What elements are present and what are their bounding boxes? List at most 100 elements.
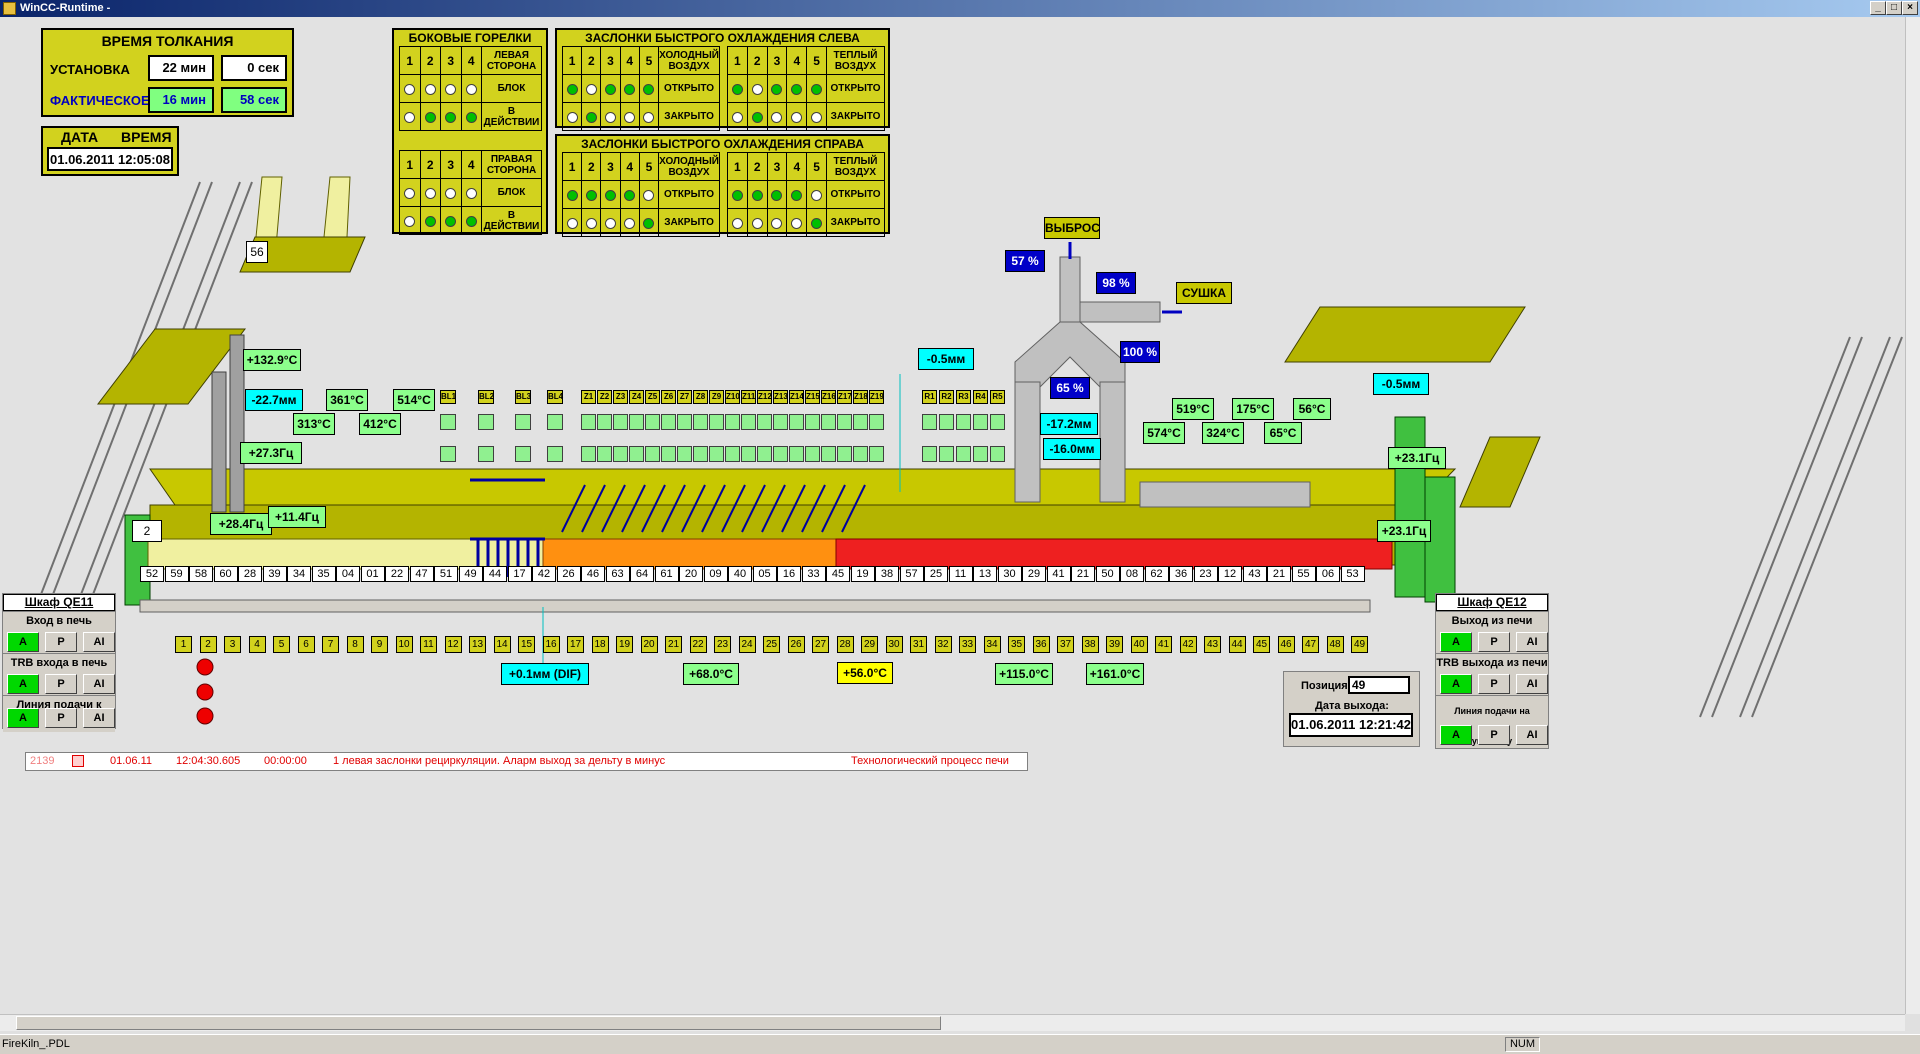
kiln-car[interactable]: 60 xyxy=(213,566,238,582)
kiln-car[interactable]: 43 xyxy=(1242,566,1267,582)
zone-status-square[interactable] xyxy=(597,414,612,430)
zone-status-square[interactable] xyxy=(478,446,494,462)
position-input[interactable]: 49 xyxy=(1348,676,1410,694)
trb-alarm-button[interactable]: AI xyxy=(83,674,115,694)
zone-status-square[interactable] xyxy=(629,446,644,462)
trb-exit-auto-button[interactable]: A xyxy=(1440,674,1472,694)
feed-pause-button[interactable]: P xyxy=(45,708,77,728)
zone-status-square[interactable] xyxy=(773,446,788,462)
kiln-car[interactable]: 17 xyxy=(507,566,532,582)
trb-exit-pause-button[interactable]: P xyxy=(1478,674,1510,694)
exit-auto-button[interactable]: A xyxy=(1440,632,1472,652)
kiln-car[interactable]: 04 xyxy=(336,566,360,582)
kiln-car[interactable]: 25 xyxy=(924,566,948,582)
zone-status-square[interactable] xyxy=(789,446,804,462)
zone-status-square[interactable] xyxy=(939,446,954,462)
kiln-car[interactable]: 64 xyxy=(630,566,654,582)
zone-status-square[interactable] xyxy=(725,414,740,430)
horizontal-scroll-thumb[interactable] xyxy=(16,1016,941,1030)
zone-status-square[interactable] xyxy=(693,446,708,462)
zone-status-square[interactable] xyxy=(440,414,456,430)
kiln-car[interactable]: 28 xyxy=(238,566,262,582)
zone-status-square[interactable] xyxy=(990,446,1005,462)
kiln-car[interactable]: 08 xyxy=(1120,566,1144,582)
kiln-car[interactable]: 41 xyxy=(1046,566,1071,582)
kiln-car[interactable]: 40 xyxy=(728,566,752,582)
exit-pause-button[interactable]: P xyxy=(1478,632,1510,652)
zone-status-square[interactable] xyxy=(869,446,884,462)
damper-98[interactable]: 98 % xyxy=(1096,272,1136,294)
damper-100[interactable]: 100 % xyxy=(1120,341,1160,363)
exit-alarm-button[interactable]: AI xyxy=(1516,632,1548,652)
zone-status-square[interactable] xyxy=(837,414,852,430)
kiln-car[interactable]: 01 xyxy=(360,566,385,582)
entry-pause-button[interactable]: P xyxy=(45,632,77,652)
zone-status-square[interactable] xyxy=(581,414,596,430)
kiln-car[interactable]: 47 xyxy=(409,566,434,582)
zone-status-square[interactable] xyxy=(973,446,988,462)
zone-status-square[interactable] xyxy=(837,446,852,462)
kiln-car[interactable]: 20 xyxy=(679,566,703,582)
kiln-car[interactable]: 19 xyxy=(850,566,875,582)
zone-status-square[interactable] xyxy=(789,414,804,430)
zone-status-square[interactable] xyxy=(805,414,820,430)
kiln-car[interactable]: 36 xyxy=(1169,566,1193,582)
vertical-scrollbar[interactable] xyxy=(1905,17,1920,1014)
kiln-car[interactable]: 50 xyxy=(1095,566,1120,582)
zone-status-square[interactable] xyxy=(956,446,971,462)
kiln-car[interactable]: 51 xyxy=(434,566,458,582)
maximize-button[interactable]: □ xyxy=(1886,1,1902,15)
zone-status-square[interactable] xyxy=(440,446,456,462)
kiln-car[interactable]: 35 xyxy=(311,566,336,582)
kiln-car[interactable]: 59 xyxy=(164,566,189,582)
kiln-car[interactable]: 12 xyxy=(1218,566,1242,582)
trb-exit-alarm-button[interactable]: AI xyxy=(1516,674,1548,694)
kiln-car[interactable]: 34 xyxy=(287,566,311,582)
zone-status-square[interactable] xyxy=(613,414,628,430)
kiln-car[interactable]: 63 xyxy=(605,566,630,582)
kiln-car[interactable]: 53 xyxy=(1340,566,1365,582)
feed-auto-button[interactable]: A xyxy=(7,708,39,728)
zone-status-square[interactable] xyxy=(709,414,724,430)
kiln-car[interactable]: 58 xyxy=(189,566,213,582)
damper-57[interactable]: 57 % xyxy=(1005,250,1045,272)
zone-status-square[interactable] xyxy=(773,414,788,430)
kiln-car[interactable]: 61 xyxy=(654,566,679,582)
kiln-car[interactable]: 39 xyxy=(262,566,287,582)
minimize-button[interactable]: _ xyxy=(1870,1,1886,15)
zone-status-square[interactable] xyxy=(597,446,612,462)
damper-65[interactable]: 65 % xyxy=(1050,377,1090,399)
zone-status-square[interactable] xyxy=(661,414,676,430)
pack-pause-button[interactable]: P xyxy=(1478,725,1510,745)
zone-status-square[interactable] xyxy=(725,446,740,462)
feed-alarm-button[interactable]: AI xyxy=(83,708,115,728)
kiln-car[interactable]: 21 xyxy=(1267,566,1291,582)
zone-status-square[interactable] xyxy=(757,446,772,462)
zone-status-square[interactable] xyxy=(757,414,772,430)
zone-status-square[interactable] xyxy=(741,414,756,430)
zone-status-square[interactable] xyxy=(922,446,937,462)
kiln-car[interactable]: 30 xyxy=(997,566,1022,582)
kiln-car[interactable]: 23 xyxy=(1193,566,1218,582)
kiln-car[interactable]: 44 xyxy=(483,566,507,582)
zone-status-square[interactable] xyxy=(922,414,937,430)
zone-status-square[interactable] xyxy=(821,414,836,430)
horizontal-scrollbar[interactable] xyxy=(0,1014,1905,1031)
pack-auto-button[interactable]: A xyxy=(1440,725,1472,745)
zone-status-square[interactable] xyxy=(869,414,884,430)
alarm-row[interactable]: 2139 01.06.11 12:04:30.605 00:00:00 1 ле… xyxy=(25,752,1028,771)
zone-status-square[interactable] xyxy=(478,414,494,430)
zone-status-square[interactable] xyxy=(547,446,563,462)
zone-status-square[interactable] xyxy=(853,446,868,462)
kiln-car[interactable]: 21 xyxy=(1071,566,1095,582)
trb-auto-button[interactable]: A xyxy=(7,674,39,694)
kiln-car[interactable]: 09 xyxy=(703,566,728,582)
kiln-car[interactable]: 55 xyxy=(1291,566,1316,582)
zone-status-square[interactable] xyxy=(853,414,868,430)
kiln-car[interactable]: 29 xyxy=(1022,566,1046,582)
zone-status-square[interactable] xyxy=(741,446,756,462)
zone-status-square[interactable] xyxy=(821,446,836,462)
pack-alarm-button[interactable]: AI xyxy=(1516,725,1548,745)
zone-status-square[interactable] xyxy=(645,414,660,430)
entry-auto-button[interactable]: A xyxy=(7,632,39,652)
